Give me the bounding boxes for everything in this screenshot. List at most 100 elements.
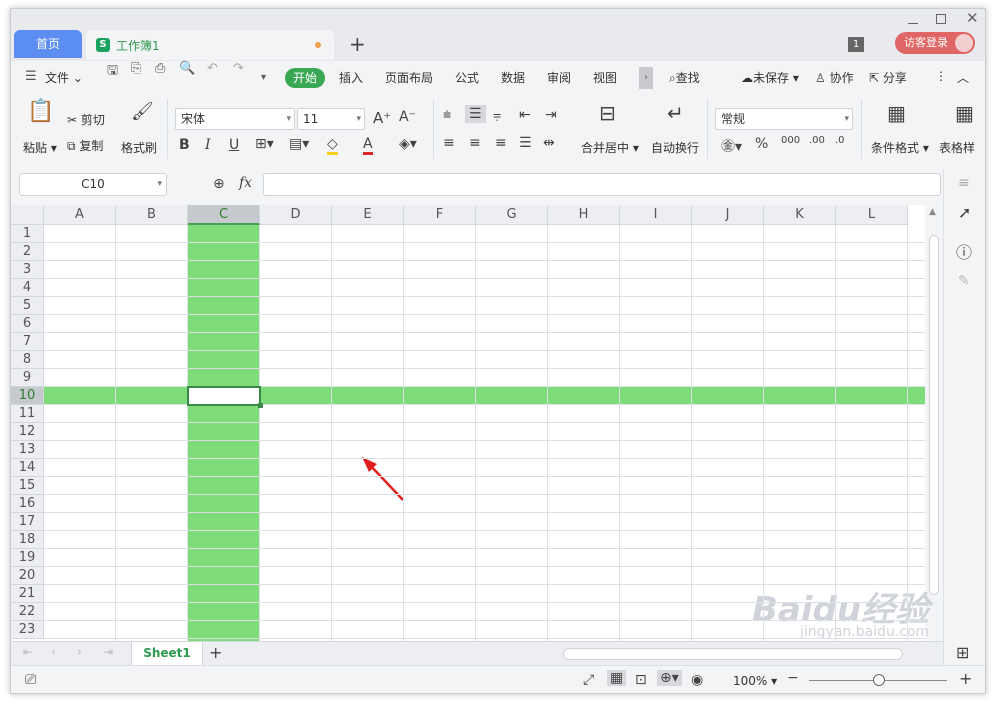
column-header-G[interactable]: G (476, 205, 548, 225)
tab-formulas[interactable]: 公式 (455, 69, 479, 86)
wrap-text-button[interactable]: 自动换行 (651, 139, 699, 156)
print-preview-icon[interactable]: 🔍 (179, 61, 195, 76)
zoom-in-button[interactable]: + (959, 669, 972, 688)
select-all-corner[interactable] (11, 205, 44, 225)
font-size-select[interactable]: 11 ▾ (297, 108, 365, 130)
row-header-21[interactable]: 21 (11, 585, 44, 603)
row-header-9[interactable]: 9 (11, 369, 44, 387)
row-header-7[interactable]: 7 (11, 333, 44, 351)
cell-style-icon[interactable]: ▤▾ (289, 136, 309, 152)
format-painter-button[interactable]: 格式刷 (121, 139, 157, 156)
align-right-icon[interactable]: ≡ (495, 135, 507, 151)
search-button[interactable]: ⌕查找 (669, 69, 700, 86)
thousands-separator-icon[interactable]: 000 (781, 135, 800, 146)
spreadsheet-grid[interactable]: ABCDEFGHIJKL 1 2 3 4 5 6 7 8 9 10 11 12 13 14 15 16 17 18… (11, 205, 925, 641)
normal-view-icon[interactable]: ▦ (607, 670, 627, 686)
fill-handle[interactable] (258, 403, 263, 408)
row-header-23[interactable]: 23 (11, 621, 44, 639)
redo-icon[interactable]: ↷ (233, 61, 244, 76)
row-header-19[interactable]: 19 (11, 549, 44, 567)
increase-indent-icon[interactable]: ⇥ (545, 107, 557, 123)
save-icon[interactable]: 🖫 (107, 61, 118, 83)
more-options-icon[interactable]: ⋮ (935, 69, 947, 83)
export-icon[interactable]: ⎘ (131, 61, 141, 76)
fx-icon[interactable]: fx (239, 175, 252, 191)
minimize-button[interactable] (908, 23, 918, 24)
row-header-13[interactable]: 13 (11, 441, 44, 459)
zoom-slider-knob[interactable] (873, 674, 885, 686)
underline-icon[interactable]: U (229, 137, 239, 153)
column-header-J[interactable]: J (692, 205, 764, 225)
distributed-icon[interactable]: ⇹ (543, 135, 555, 151)
vertical-scroll-thumb[interactable] (929, 235, 939, 595)
column-header-E[interactable]: E (332, 205, 404, 225)
new-tab-button[interactable]: + (349, 32, 366, 56)
tab-document[interactable]: S 工作簿1 (86, 30, 334, 60)
row-header-14[interactable]: 14 (11, 459, 44, 477)
format-painter-icon[interactable]: 🖌 (131, 101, 154, 122)
close-button[interactable]: ✕ (966, 9, 979, 27)
name-box[interactable]: C10 ▾ (19, 173, 167, 196)
row-header-17[interactable]: 17 (11, 513, 44, 531)
collaborate-button[interactable]: ♙ 协作 (815, 69, 854, 86)
formula-input[interactable] (263, 173, 941, 196)
row-header-2[interactable]: 2 (11, 243, 44, 261)
column-header-F[interactable]: F (404, 205, 476, 225)
column-header-B[interactable]: B (116, 205, 188, 225)
row-header-4[interactable]: 4 (11, 279, 44, 297)
conditional-format-icon[interactable]: ▦ (887, 101, 906, 125)
column-header-L[interactable]: L (836, 205, 908, 225)
copy-button[interactable]: ⧉ 复制 (67, 137, 103, 154)
tab-data[interactable]: 数据 (501, 69, 525, 86)
zoom-level[interactable]: 100% ▾ (733, 674, 777, 688)
border-icon[interactable]: ⊞▾ (255, 136, 274, 152)
align-bottom-icon[interactable]: ⩦ (493, 107, 501, 123)
more-arrow-icon[interactable]: ▾ (261, 72, 266, 83)
row-header-18[interactable]: 18 (11, 531, 44, 549)
help-icon[interactable]: ⓘ (956, 239, 972, 263)
align-center-icon[interactable]: ≡ (469, 135, 481, 151)
row-header-5[interactable]: 5 (11, 297, 44, 315)
wrap-text-icon[interactable]: ↵ (667, 101, 684, 125)
login-button[interactable]: 访客登录 (895, 32, 975, 54)
zoom-out-button[interactable]: − (787, 670, 799, 686)
tab-page-layout[interactable]: 页面布局 (385, 69, 433, 86)
collapse-ribbon-icon[interactable]: ︿ (957, 69, 969, 86)
column-header-I[interactable]: I (620, 205, 692, 225)
active-cell[interactable] (187, 386, 263, 408)
last-sheet-icon[interactable]: ⇥ (103, 645, 113, 659)
font-color-icon[interactable]: A (363, 136, 373, 155)
horizontal-scrollbar[interactable] (563, 648, 903, 660)
column-header-D[interactable]: D (260, 205, 332, 225)
first-sheet-icon[interactable]: ⇤ (23, 645, 33, 659)
tab-start[interactable]: 开始 (285, 68, 325, 88)
clear-format-icon[interactable]: ◈▾ (399, 136, 417, 152)
table-style-icon[interactable]: ▦ (955, 101, 974, 125)
row-header-10[interactable]: 10 (11, 387, 44, 405)
fill-color-icon[interactable]: ◇ (327, 136, 338, 155)
window-count-badge[interactable]: 1 (848, 37, 864, 52)
undo-icon[interactable]: ↶ (207, 61, 218, 76)
row-header-15[interactable]: 15 (11, 477, 44, 495)
hamburger-icon[interactable]: ☰ (25, 69, 37, 84)
bold-icon[interactable]: B (179, 137, 190, 153)
align-middle-icon[interactable]: ☰ (465, 105, 486, 123)
row-header-22[interactable]: 22 (11, 603, 44, 621)
column-header-C[interactable]: C (188, 205, 260, 225)
column-header-H[interactable]: H (548, 205, 620, 225)
tab-view[interactable]: 视图 (593, 69, 617, 86)
italic-icon[interactable]: I (205, 137, 211, 153)
row-header-1[interactable]: 1 (11, 225, 44, 243)
column-header-A[interactable]: A (44, 205, 116, 225)
row-header-3[interactable]: 3 (11, 261, 44, 279)
row-header-20[interactable]: 20 (11, 567, 44, 585)
row-header-16[interactable]: 16 (11, 495, 44, 513)
cut-button[interactable]: ✂ 剪切 (67, 111, 105, 128)
row-header-8[interactable]: 8 (11, 351, 44, 369)
conditional-format-button[interactable]: 条件格式 ▾ (871, 139, 929, 156)
fullscreen-icon[interactable]: ⤢ (583, 672, 594, 688)
edit-icon[interactable]: ✎ (958, 273, 970, 289)
merge-center-icon[interactable]: ⊟ (599, 101, 616, 125)
scroll-up-icon[interactable]: ▲ (929, 207, 936, 217)
decrease-font-icon[interactable]: A⁻ (399, 109, 416, 125)
